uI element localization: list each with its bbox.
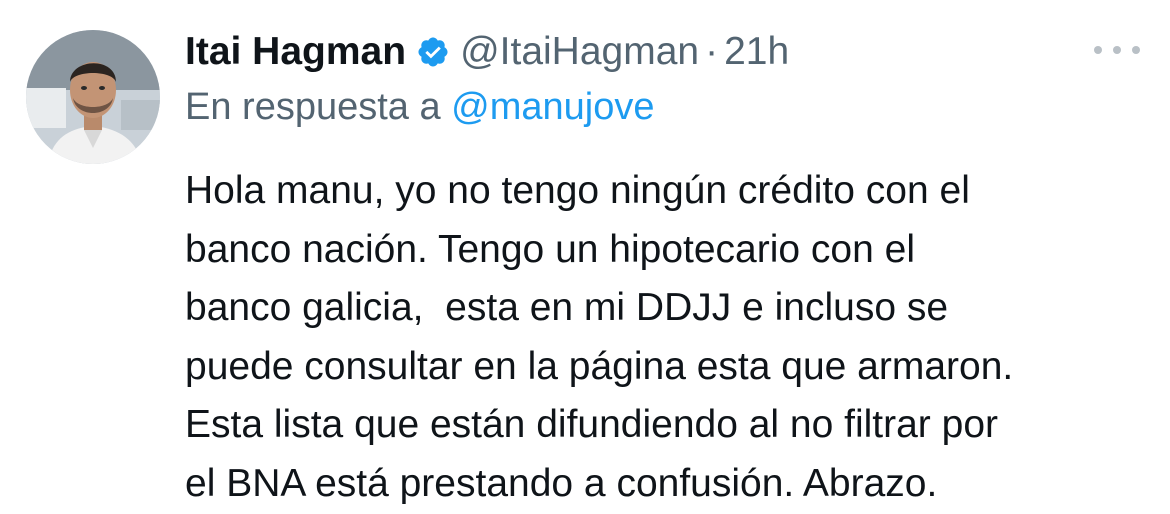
- tweet-text-line: Hola manu, yo no tengo ningún crédito co…: [185, 169, 970, 212]
- more-horizontal-icon: [1113, 46, 1121, 54]
- more-options-button[interactable]: [1094, 40, 1140, 60]
- tweet-text-line: puede consultar en la página esta que ar…: [185, 344, 1014, 388]
- avatar[interactable]: [26, 30, 160, 164]
- tweet-text-line: el BNA está prestando a confusión. Abraz…: [185, 461, 938, 505]
- tweet[interactable]: Itai Hagman @ItaiHagman · 21h En respues…: [0, 0, 1170, 514]
- reply-prefix: En respuesta a: [185, 86, 441, 128]
- tweet-text-line: banco galicia, esta en mi DDJJ e incluso…: [185, 286, 949, 329]
- tweet-text-line: banco nación. Tengo un hipotecario con e…: [185, 227, 915, 271]
- reply-target-link[interactable]: @manujove: [451, 86, 654, 128]
- profile-photo: [26, 30, 160, 164]
- author-name[interactable]: Itai Hagman: [185, 30, 406, 74]
- separator-dot: ·: [705, 30, 719, 73]
- more-horizontal-icon: [1094, 46, 1102, 54]
- more-horizontal-icon: [1132, 46, 1140, 54]
- author-handle[interactable]: @ItaiHagman: [460, 30, 699, 74]
- reply-context: En respuesta a @manujove: [185, 86, 655, 129]
- tweet-header: Itai Hagman @ItaiHagman · 21h: [185, 24, 789, 80]
- verified-badge-icon: [416, 35, 450, 69]
- tweet-text-line: Esta lista que están difundiendo al no f…: [185, 403, 999, 446]
- tweet-text: Hola manu, yo no tengo ningún crédito co…: [185, 162, 1160, 513]
- timestamp[interactable]: 21h: [724, 30, 789, 74]
